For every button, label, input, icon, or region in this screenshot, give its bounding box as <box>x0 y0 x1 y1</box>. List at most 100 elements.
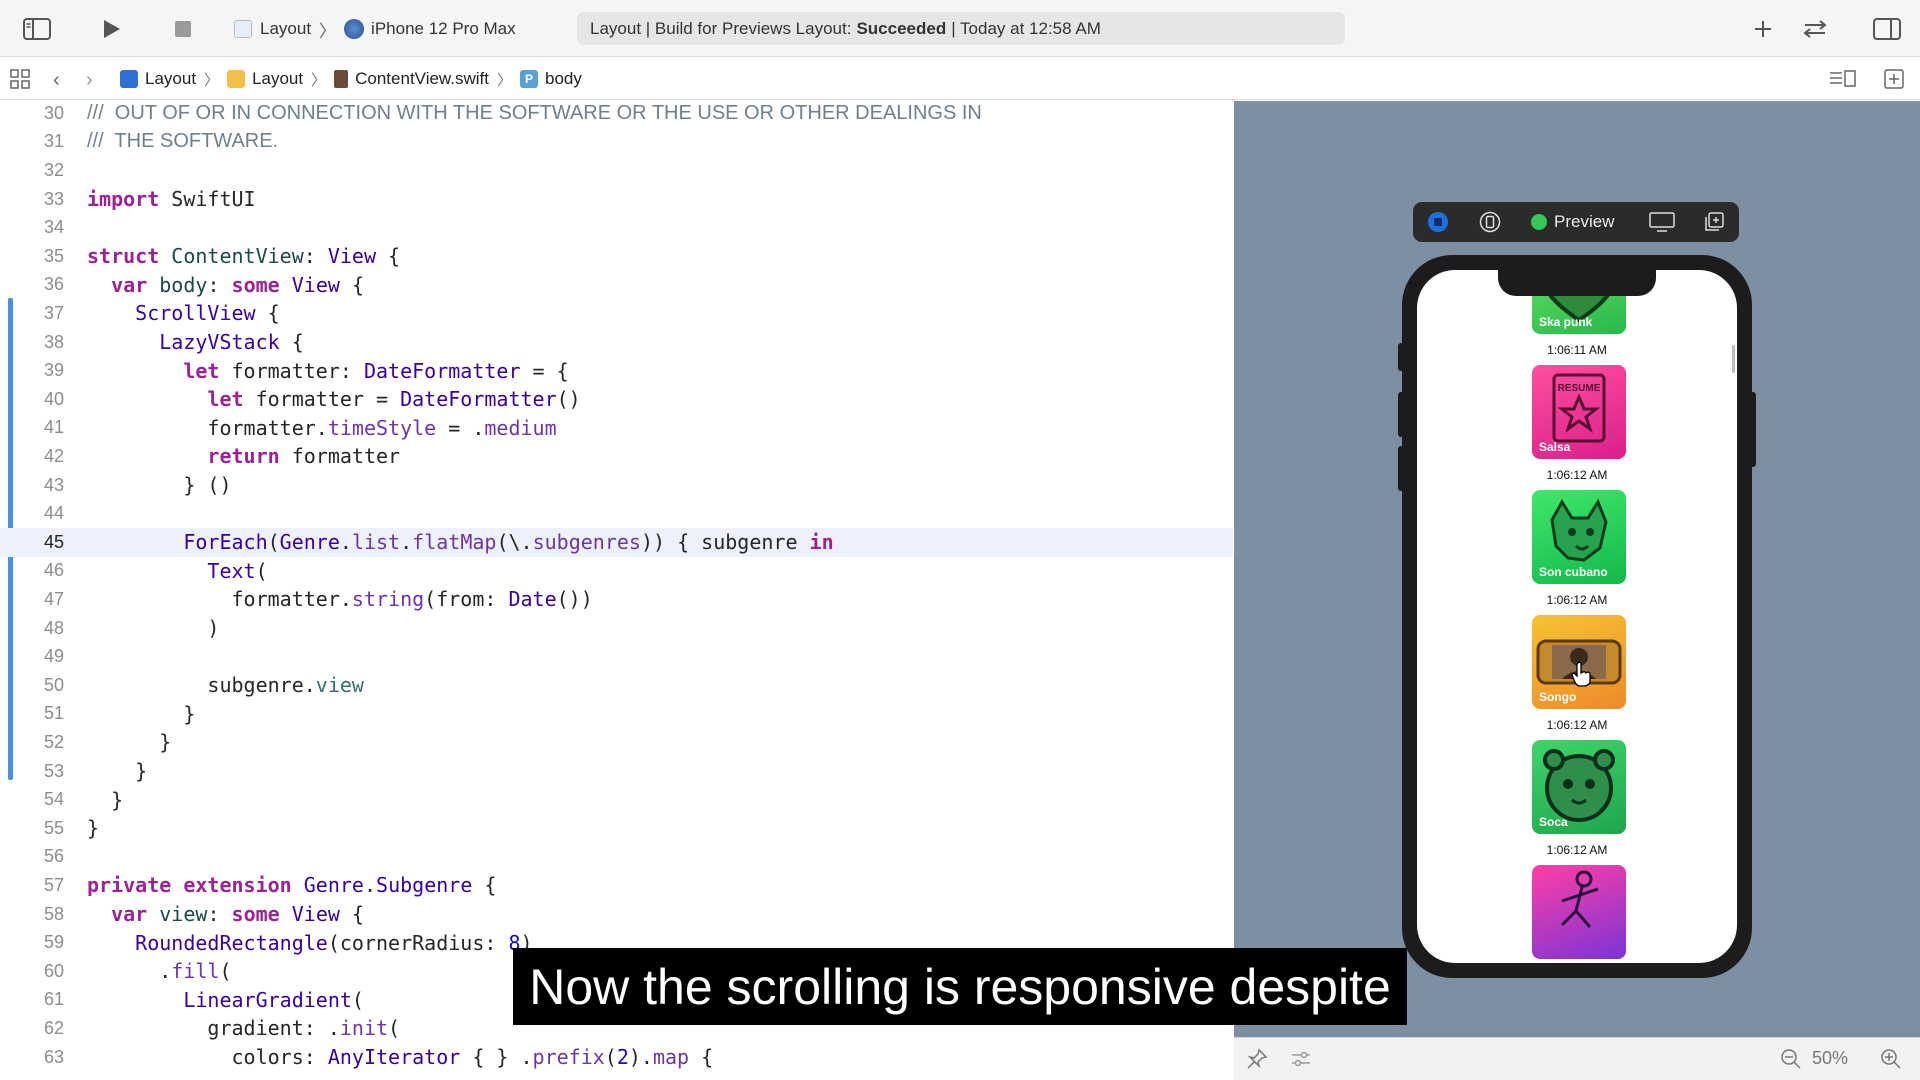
code-line: 46 Text( <box>0 557 1233 586</box>
pin-icon[interactable] <box>1246 1048 1268 1075</box>
breadcrumb-project[interactable]: Layout 〉 <box>120 69 227 90</box>
code-line: 41 formatter.timeStyle = .medium <box>0 414 1233 443</box>
chevron-right-icon: 〉 <box>204 71 220 89</box>
scheme-selector[interactable]: Layout 〉 iPhone 12 Pro Max <box>234 16 516 42</box>
add-editor-icon[interactable] <box>1884 69 1904 94</box>
adjust-icon[interactable] <box>1290 1048 1312 1075</box>
code-line: 56 <box>0 843 1233 872</box>
line-number: 37 <box>43 302 64 323</box>
preview-toolbar: Preview <box>1413 202 1739 242</box>
code-text: private extension Genre.Subgenre { <box>87 873 497 898</box>
duplicate-icon[interactable] <box>1703 211 1725 233</box>
code-text: let formatter: DateFormatter = { <box>183 358 569 383</box>
scheme-device-label: iPhone 12 Pro Max <box>371 19 516 38</box>
code-text: Text( <box>207 558 268 583</box>
plus-icon[interactable] <box>1748 14 1778 44</box>
line-number: 46 <box>43 560 64 581</box>
genre-tile[interactable]: RESUME Salsa <box>1532 365 1626 459</box>
swap-icon[interactable] <box>1800 14 1830 44</box>
back-icon[interactable]: ‹ <box>53 69 60 92</box>
project-icon <box>120 70 138 88</box>
zoom-out-icon[interactable] <box>1780 1048 1802 1075</box>
line-number: 40 <box>43 388 64 409</box>
status-dot-icon <box>1531 214 1547 230</box>
line-number: 56 <box>43 846 64 867</box>
breadcrumb-folder[interactable]: Layout 〉 <box>227 69 334 90</box>
canvas-bottom-bar: 50% <box>1234 1037 1920 1080</box>
line-number: 38 <box>43 331 64 352</box>
code-text: var view: some View { <box>111 902 365 927</box>
code-line: 58 var view: some View { <box>0 900 1233 929</box>
genre-tile[interactable]: Son cubano <box>1532 490 1626 584</box>
code-line: 49 <box>0 642 1233 671</box>
code-line: 50 subgenre.view <box>0 671 1233 700</box>
breadcrumb-symbol[interactable]: Pbody <box>520 69 582 89</box>
inspector-toggle-icon[interactable] <box>1872 14 1902 44</box>
line-number: 60 <box>43 960 64 981</box>
code-text: return formatter <box>207 444 401 469</box>
tile-label: Son cubano <box>1539 565 1608 579</box>
genre-tile[interactable] <box>1532 865 1626 959</box>
current-code-line: 45 ForEach(Genre.list.flatMap(\.subgenre… <box>0 528 1233 557</box>
code-line: 39 let formatter: DateFormatter = { <box>0 356 1233 385</box>
dancer-icon <box>1560 870 1599 928</box>
code-line: 44 <box>0 499 1233 528</box>
code-text: } <box>87 730 172 755</box>
code-line: 57 private extension Genre.Subgenre { <box>0 871 1233 900</box>
code-text: let formatter = DateFormatter() <box>207 387 581 412</box>
line-number: 59 <box>43 932 64 953</box>
sidebar-toggle-icon[interactable] <box>22 14 52 44</box>
line-number: 42 <box>43 445 64 466</box>
code-text: } <box>87 816 100 841</box>
breadcrumb-file[interactable]: ContentView.swift 〉 <box>334 69 520 90</box>
line-number: 39 <box>43 360 64 381</box>
line-number: 48 <box>43 617 64 638</box>
tile-timestamp: 1:06:12 AM <box>1546 468 1608 482</box>
line-number: 52 <box>43 731 64 752</box>
code-editor[interactable]: 30 /// OUT OF OR IN CONNECTION WITH THE S… <box>0 101 1233 1080</box>
code-line: 48 ) <box>0 614 1233 643</box>
line-number: 36 <box>43 274 64 295</box>
code-text: ForEach(Genre.list.flatMap(\.subgenres))… <box>183 530 834 555</box>
code-text: var body: some View { <box>111 272 365 297</box>
play-icon[interactable] <box>96 14 126 44</box>
line-number: 55 <box>43 817 64 838</box>
zoom-in-icon[interactable] <box>1880 1048 1902 1075</box>
line-number: 61 <box>43 989 64 1010</box>
code-text: } <box>87 787 124 812</box>
line-number: 54 <box>43 789 64 810</box>
device-settings-icon[interactable] <box>1649 211 1675 233</box>
code-line: 55} <box>0 814 1233 843</box>
device-screen[interactable]: Ska punk 1:06:11 AM RESUME Salsa 1:06:12… <box>1417 270 1737 963</box>
breadcrumb-label: body <box>545 69 582 88</box>
code-line: 63 colors: AnyIterator { } .prefix(2).ma… <box>0 1043 1233 1072</box>
editor-options-icon[interactable] <box>1829 70 1857 93</box>
code-line: 40 let formatter = DateFormatter() <box>0 385 1233 414</box>
code-line: 42 return formatter <box>0 442 1233 471</box>
live-preview-icon[interactable] <box>1427 211 1449 233</box>
code-line: 54 } <box>0 785 1233 814</box>
grid-icon[interactable] <box>10 69 30 94</box>
code-line: 30 /// OUT OF OR IN CONNECTION WITH THE S… <box>0 101 1233 128</box>
breadcrumb-label: Layout <box>145 69 197 88</box>
line-number: 63 <box>43 1046 64 1067</box>
tile-timestamp: 1:06:11 AM <box>1547 343 1607 357</box>
code-line: 53 } <box>0 757 1233 786</box>
swift-file-icon <box>334 70 349 88</box>
app-target-icon <box>234 20 252 38</box>
line-number: 58 <box>43 903 64 924</box>
tile-timestamp: 1:06:12 AM <box>1546 593 1608 607</box>
genre-tile[interactable]: Soca <box>1532 740 1626 834</box>
genre-tile[interactable]: Songo <box>1532 615 1626 709</box>
jump-bar: ‹ › Layout 〉 Layout 〉 ContentView.swift 〉 P… <box>0 58 1920 100</box>
variants-icon[interactable] <box>1479 211 1501 233</box>
code-text: formatter.timeStyle = .medium <box>87 415 557 440</box>
forward-icon[interactable]: › <box>86 69 93 92</box>
tile-timestamp: 1:06:12 AM <box>1546 843 1608 857</box>
code-line: 32 <box>0 156 1233 185</box>
code-text: /// OUT OF OR IN CONNECTION WITH THE SOF… <box>87 101 982 124</box>
preview-status[interactable]: Preview <box>1531 202 1614 242</box>
stop-icon[interactable] <box>168 14 198 44</box>
line-number: 30 <box>43 102 64 123</box>
code-text: subgenre.view <box>87 673 364 698</box>
